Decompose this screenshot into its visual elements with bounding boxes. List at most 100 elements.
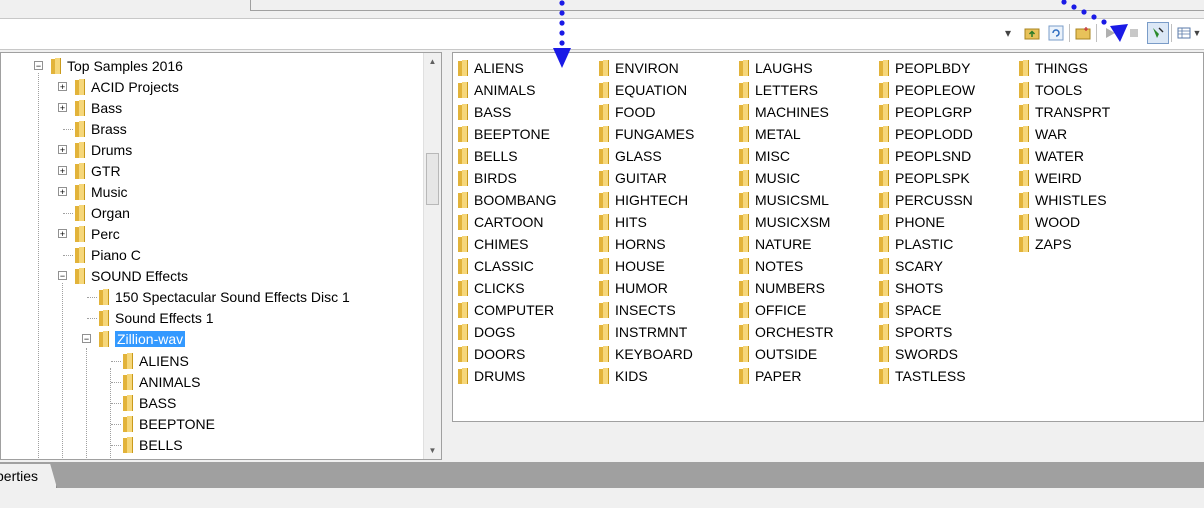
file-item-bass[interactable]: BASS bbox=[458, 101, 556, 123]
file-item-transprt[interactable]: TRANSPRT bbox=[1019, 101, 1110, 123]
stop-icon[interactable] bbox=[1123, 22, 1145, 44]
file-item-kids[interactable]: KIDS bbox=[599, 365, 694, 387]
file-item-tools[interactable]: TOOLS bbox=[1019, 79, 1110, 101]
tree-item-aliens[interactable]: ALIENS bbox=[123, 350, 189, 371]
file-item-office[interactable]: OFFICE bbox=[739, 299, 834, 321]
tree-item-bass-sub[interactable]: BASS bbox=[123, 392, 176, 413]
file-item-scary[interactable]: SCARY bbox=[879, 255, 975, 277]
collapse-toggle-icon[interactable]: − bbox=[34, 61, 43, 71]
scroll-down-icon[interactable]: ▼ bbox=[424, 442, 441, 459]
file-item-percussn[interactable]: PERCUSSN bbox=[879, 189, 975, 211]
tab-properties[interactable]: perties bbox=[0, 464, 58, 488]
file-item-peoplspk[interactable]: PEOPLSPK bbox=[879, 167, 975, 189]
expand-toggle-icon[interactable]: + bbox=[58, 103, 67, 113]
file-item-classic[interactable]: CLASSIC bbox=[458, 255, 556, 277]
tree-item-bells[interactable]: BELLS bbox=[123, 434, 183, 455]
file-item-birds[interactable]: BIRDS bbox=[458, 167, 556, 189]
file-item-fungames[interactable]: FUNGAMES bbox=[599, 123, 694, 145]
tree-item-piano-c[interactable]: Piano C bbox=[75, 244, 141, 265]
file-item-hits[interactable]: HITS bbox=[599, 211, 694, 233]
file-item-glass[interactable]: GLASS bbox=[599, 145, 694, 167]
file-item-cartoon[interactable]: CARTOON bbox=[458, 211, 556, 233]
file-item-zaps[interactable]: ZAPS bbox=[1019, 233, 1110, 255]
view-mode-icon[interactable]: ▼ bbox=[1174, 22, 1204, 44]
file-item-instrmnt[interactable]: INSTRMNT bbox=[599, 321, 694, 343]
file-item-misc[interactable]: MISC bbox=[739, 145, 834, 167]
file-item-letters[interactable]: LETTERS bbox=[739, 79, 834, 101]
file-item-metal[interactable]: METAL bbox=[739, 123, 834, 145]
file-item-music[interactable]: MUSIC bbox=[739, 167, 834, 189]
scrollbar-thumb[interactable] bbox=[426, 153, 439, 205]
tree-item-organ[interactable]: Organ bbox=[75, 202, 130, 223]
file-item-insects[interactable]: INSECTS bbox=[599, 299, 694, 321]
file-item-equation[interactable]: EQUATION bbox=[599, 79, 694, 101]
file-item-peoplsnd[interactable]: PEOPLSND bbox=[879, 145, 975, 167]
file-item-clicks[interactable]: CLICKS bbox=[458, 277, 556, 299]
file-item-paper[interactable]: PAPER bbox=[739, 365, 834, 387]
play-icon[interactable] bbox=[1099, 22, 1121, 44]
expand-toggle-icon[interactable]: + bbox=[58, 145, 67, 155]
file-item-laughs[interactable]: LAUGHS bbox=[739, 57, 834, 79]
file-item-plastic[interactable]: PLASTIC bbox=[879, 233, 975, 255]
file-item-shots[interactable]: SHOTS bbox=[879, 277, 975, 299]
file-item-horns[interactable]: HORNS bbox=[599, 233, 694, 255]
file-item-outside[interactable]: OUTSIDE bbox=[739, 343, 834, 365]
tree-item-gtr[interactable]: GTR bbox=[75, 160, 121, 181]
file-item-numbers[interactable]: NUMBERS bbox=[739, 277, 834, 299]
file-item-orchestr[interactable]: ORCHESTR bbox=[739, 321, 834, 343]
tree-item-music[interactable]: Music bbox=[75, 181, 128, 202]
file-item-dogs[interactable]: DOGS bbox=[458, 321, 556, 343]
file-item-wood[interactable]: WOOD bbox=[1019, 211, 1110, 233]
expand-toggle-icon[interactable]: + bbox=[58, 166, 67, 176]
tree-item-acid-projects[interactable]: ACID Projects bbox=[75, 76, 179, 97]
file-item-nature[interactable]: NATURE bbox=[739, 233, 834, 255]
file-item-sports[interactable]: SPORTS bbox=[879, 321, 975, 343]
file-item-weird[interactable]: WEIRD bbox=[1019, 167, 1110, 189]
file-item-house[interactable]: HOUSE bbox=[599, 255, 694, 277]
file-item-boombang[interactable]: BOOMBANG bbox=[458, 189, 556, 211]
file-item-drums[interactable]: DRUMS bbox=[458, 365, 556, 387]
file-item-keyboard[interactable]: KEYBOARD bbox=[599, 343, 694, 365]
file-item-tastless[interactable]: TASTLESS bbox=[879, 365, 975, 387]
file-item-water[interactable]: WATER bbox=[1019, 145, 1110, 167]
file-item-machines[interactable]: MACHINES bbox=[739, 101, 834, 123]
file-item-peoplgrp[interactable]: PEOPLGRP bbox=[879, 101, 975, 123]
tree-item-drums[interactable]: Drums bbox=[75, 139, 132, 160]
refresh-icon[interactable] bbox=[1045, 22, 1067, 44]
file-item-food[interactable]: FOOD bbox=[599, 101, 694, 123]
tree-item-bass[interactable]: Bass bbox=[75, 97, 122, 118]
file-item-bells[interactable]: BELLS bbox=[458, 145, 556, 167]
expand-toggle-icon[interactable]: + bbox=[58, 229, 67, 239]
tree-item-animals[interactable]: ANIMALS bbox=[123, 371, 200, 392]
tree-item-sound-effects[interactable]: SOUND Effects bbox=[75, 265, 188, 286]
tree-item-top-samples[interactable]: Top Samples 2016 bbox=[51, 55, 183, 76]
file-item-peopleow[interactable]: PEOPLEOW bbox=[879, 79, 975, 101]
folder-tree-panel[interactable]: − Top Samples 2016 + ACID Projects + Bas… bbox=[0, 52, 442, 460]
expand-toggle-icon[interactable]: + bbox=[58, 187, 67, 197]
scroll-up-icon[interactable]: ▲ bbox=[424, 53, 441, 70]
tree-item-perc[interactable]: Perc bbox=[75, 223, 120, 244]
up-folder-icon[interactable] bbox=[1021, 22, 1043, 44]
file-item-musicsml[interactable]: MUSICSML bbox=[739, 189, 834, 211]
tree-item-150-spectacular[interactable]: 150 Spectacular Sound Effects Disc 1 bbox=[99, 286, 350, 307]
file-item-war[interactable]: WAR bbox=[1019, 123, 1110, 145]
collapse-toggle-icon[interactable]: − bbox=[82, 334, 91, 344]
tree-item-beeptone[interactable]: BEEPTONE bbox=[123, 413, 215, 434]
tree-scrollbar[interactable]: ▲ ▼ bbox=[423, 53, 441, 459]
file-item-computer[interactable]: COMPUTER bbox=[458, 299, 556, 321]
file-item-hightech[interactable]: HIGHTECH bbox=[599, 189, 694, 211]
file-item-peoplbdy[interactable]: PEOPLBDY bbox=[879, 57, 975, 79]
file-item-phone[interactable]: PHONE bbox=[879, 211, 975, 233]
expand-toggle-icon[interactable]: + bbox=[58, 82, 67, 92]
new-folder-icon[interactable] bbox=[1072, 22, 1094, 44]
file-item-guitar[interactable]: GUITAR bbox=[599, 167, 694, 189]
file-item-doors[interactable]: DOORS bbox=[458, 343, 556, 365]
collapse-toggle-icon[interactable]: − bbox=[58, 271, 67, 281]
file-item-notes[interactable]: NOTES bbox=[739, 255, 834, 277]
tree-item-sound-effects-1[interactable]: Sound Effects 1 bbox=[99, 307, 214, 328]
file-item-chimes[interactable]: CHIMES bbox=[458, 233, 556, 255]
file-item-things[interactable]: THINGS bbox=[1019, 57, 1110, 79]
file-item-beeptone[interactable]: BEEPTONE bbox=[458, 123, 556, 145]
file-item-swords[interactable]: SWORDS bbox=[879, 343, 975, 365]
file-item-environ[interactable]: ENVIRON bbox=[599, 57, 694, 79]
